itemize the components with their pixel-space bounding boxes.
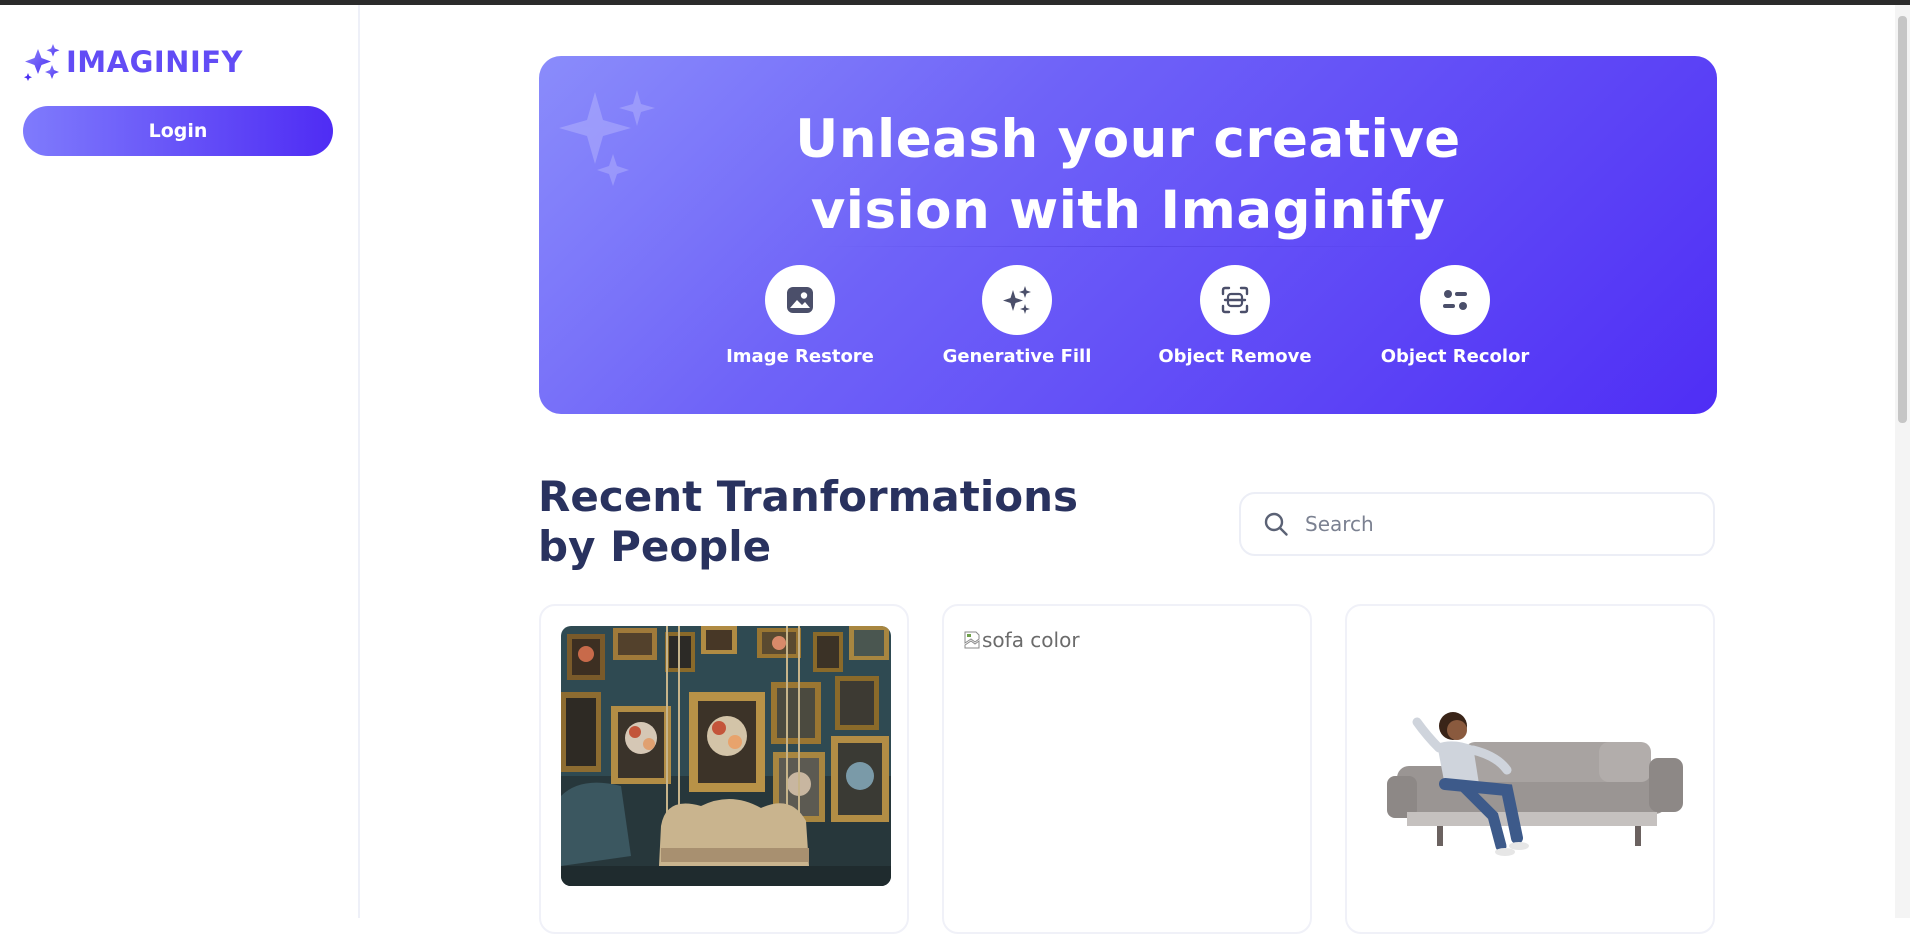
card-image-vintage-room[interactable] <box>561 626 891 886</box>
transformation-card[interactable] <box>1345 604 1715 934</box>
sparkles-logo-icon <box>24 44 60 81</box>
tool-label: Object Remove <box>1158 346 1312 367</box>
tool-icon-circle[interactable] <box>765 265 835 335</box>
tool-icon-circle[interactable] <box>1420 265 1490 335</box>
image-icon <box>787 287 813 313</box>
woman-on-sofa-image <box>1367 626 1697 886</box>
hero-title-line-1: Unleash your creative <box>795 109 1461 170</box>
tool-generative-fill[interactable]: Generative Fill <box>937 265 1097 367</box>
sidebar: IMAGINIFY Login <box>0 5 360 918</box>
transformation-card[interactable]: sofa color <box>942 604 1312 934</box>
tool-icon-circle[interactable] <box>1200 265 1270 335</box>
transformation-card[interactable] <box>539 604 909 934</box>
broken-image-icon <box>964 631 980 649</box>
scan-icon <box>1221 286 1249 314</box>
hero-title-line-2: vision with Imaginify <box>810 180 1446 241</box>
logo-text: IMAGINIFY <box>66 45 244 79</box>
hero-title: Unleash your creative vision with Imagin… <box>539 104 1717 246</box>
tool-object-recolor[interactable]: Object Recolor <box>1375 265 1535 367</box>
vintage-room-image <box>561 626 891 886</box>
hero-banner: Unleash your creative vision with Imagin… <box>539 56 1717 414</box>
hero-divider <box>819 246 1437 247</box>
tool-label: Generative Fill <box>942 346 1092 367</box>
filter-icon <box>1443 290 1467 310</box>
search-input[interactable] <box>1303 511 1687 537</box>
logo[interactable]: IMAGINIFY <box>22 43 243 81</box>
tool-image-restore[interactable]: Image Restore <box>720 265 880 367</box>
search-icon <box>1264 512 1288 536</box>
login-button[interactable]: Login <box>23 106 333 156</box>
card-image-sofa-color[interactable]: sofa color <box>964 628 1080 652</box>
stars-icon <box>1003 286 1031 314</box>
tool-object-remove[interactable]: Object Remove <box>1155 265 1315 367</box>
tool-label: Image Restore <box>726 346 874 367</box>
image-alt-text: sofa color <box>982 628 1080 652</box>
tool-icon-circle[interactable] <box>982 265 1052 335</box>
card-image-sofa-woman[interactable] <box>1367 626 1697 886</box>
scrollbar-thumb[interactable] <box>1898 16 1907 423</box>
search-bar[interactable] <box>1239 492 1715 556</box>
section-title: Recent Tranformations by People <box>538 472 1078 571</box>
tool-label: Object Recolor <box>1380 346 1530 367</box>
